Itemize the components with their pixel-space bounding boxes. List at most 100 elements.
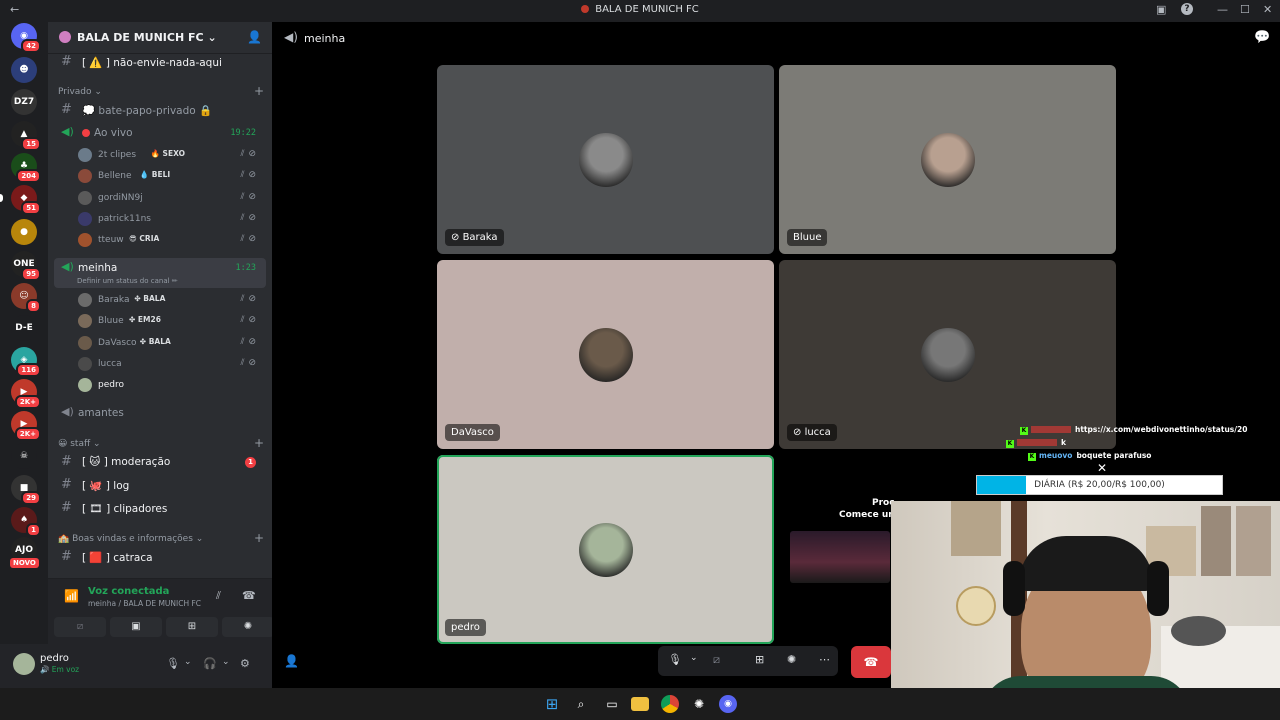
server-icon[interactable]: ☺ 8 (11, 283, 41, 313)
video-tile[interactable]: Bluue (779, 65, 1116, 254)
voice-status[interactable]: Voz conectada (88, 586, 169, 597)
voice-channel-meinha[interactable]: ◀) meinha 1:23 (56, 258, 266, 278)
more-icon[interactable]: ⋯ (819, 653, 830, 666)
server-icon[interactable]: ONE 95 (11, 251, 41, 281)
discord-icon[interactable]: ◉ (719, 695, 737, 713)
server-name[interactable]: BALA DE MUNICH FC ⌄ (77, 31, 217, 44)
voice-user[interactable]: patrick11ns ⫽⊘ (76, 209, 266, 229)
help-icon[interactable]: ? (1181, 3, 1193, 15)
channel-log[interactable]: # [ 🐙 ] log (56, 475, 266, 495)
channel-moderacao[interactable]: # [ 🐱 ] moderação 1 (56, 452, 266, 472)
server-header[interactable]: BALA DE MUNICH FC ⌄ 👤 (48, 22, 272, 54)
voice-user[interactable]: pedro (76, 375, 266, 395)
close-button[interactable]: ✕ (1263, 3, 1272, 16)
invite-people-icon[interactable]: 👤 (247, 30, 262, 44)
channel-clipadores[interactable]: # [ 🎞 ] clipadores (56, 498, 266, 518)
hash-icon: # (61, 54, 72, 69)
voice-user[interactable]: Baraka ✤ BALA ⫽⊘ (76, 290, 266, 310)
invite-to-voice-icon[interactable]: 👤 (284, 654, 299, 668)
server-icon[interactable]: ◆ 51 (0, 185, 41, 215)
camera-button[interactable]: ⧄ (54, 617, 106, 637)
soundboard-button[interactable]: ✺ (222, 617, 274, 637)
chat-icon[interactable]: 💬 (1254, 30, 1270, 45)
server-avatar: ☠ (11, 443, 37, 469)
muted-deafened-icon: ⫽⊘ (240, 357, 260, 368)
server-icon[interactable]: ☻ (11, 57, 37, 83)
server-icon[interactable]: ◈ 116 (11, 347, 41, 377)
create-channel-icon[interactable]: + (254, 436, 264, 450)
channel-bate-papo[interactable]: # 💭 bate-papo-privado 🔒 (56, 100, 266, 120)
participant-name: pedro (445, 619, 486, 636)
user-name[interactable]: pedro (40, 653, 69, 664)
file-explorer-icon[interactable] (631, 697, 649, 711)
inbox-icon[interactable]: ▣ (1156, 3, 1166, 16)
video-tile[interactable]: ⊘ Baraka (437, 65, 774, 254)
screen-share-button[interactable]: ▣ (110, 617, 162, 637)
server-icon[interactable]: ▲ 15 (11, 121, 41, 151)
goal-text: DIÁRIA (R$ 20,00/R$ 100,00) (1034, 480, 1165, 490)
voice-channel-amantes[interactable]: ◀) amantes (56, 403, 266, 423)
voice-location[interactable]: meinha / BALA DE MUNICH FC (88, 599, 201, 608)
hash-icon: # (61, 500, 72, 515)
avatar (78, 148, 92, 162)
voice-user[interactable]: lucca ⫽⊘ (76, 354, 266, 374)
camera-icon[interactable]: ⧄ (713, 653, 720, 667)
voice-user[interactable]: Bellene 💧 BELI ⫽⊘ (76, 166, 266, 186)
server-icon[interactable]: D-E (11, 315, 37, 341)
avatar (578, 327, 633, 382)
video-tile[interactable]: ⊘ lucca (779, 260, 1116, 449)
chat-nick: meuovo (1039, 451, 1073, 460)
activities-icon[interactable]: ⊞ (755, 653, 764, 666)
microphone-icon[interactable]: 🎙 (668, 653, 682, 666)
category-boas-vindas[interactable]: 🏫 Boas vindas e informações ⌄ (58, 534, 203, 544)
server-icon[interactable]: DZ7 (11, 89, 37, 115)
voice-channel-ao-vivo[interactable]: ◀) Ao vivo 19:22 (56, 123, 266, 143)
video-tile[interactable]: pedro (437, 455, 774, 644)
search-icon[interactable]: ⌕ (572, 695, 590, 713)
maximize-button[interactable]: ☐ (1240, 3, 1250, 16)
server-icon[interactable]: ☠ (11, 443, 37, 469)
chevron-down-icon[interactable]: ⌄ (690, 653, 698, 663)
server-icon[interactable]: ◉ 42 (11, 23, 41, 53)
voice-user[interactable]: Bluue ✤ EM26 ⫽⊘ (76, 311, 266, 331)
create-channel-icon[interactable]: + (254, 531, 264, 545)
channel-label: amantes (78, 407, 124, 419)
avatar[interactable] (13, 653, 35, 675)
headphones-icon[interactable]: 🎧 (203, 657, 217, 670)
hangup-button[interactable]: ☎ (851, 646, 891, 678)
server-icon[interactable]: ♣ 204 (11, 153, 41, 183)
video-tile[interactable]: DaVasco (437, 260, 774, 449)
voice-user[interactable]: tteuw 😎 CRIA ⫽⊘ (76, 230, 266, 250)
app-icon[interactable]: ✺ (690, 695, 708, 713)
noise-suppression-icon[interactable]: ⫽ (216, 589, 221, 603)
signal-icon[interactable]: 📶 (64, 589, 79, 603)
chevron-down-icon[interactable]: ⌄ (222, 657, 230, 667)
voice-user[interactable]: gordiNN9j ⫽⊘ (76, 188, 266, 208)
category-privado[interactable]: Privado ⌄ (58, 87, 102, 97)
create-channel-icon[interactable]: + (254, 84, 264, 98)
server-icon[interactable]: ▶ 2K+ (11, 411, 41, 441)
voice-user[interactable]: DaVasco ✤ BALA ⫽⊘ (76, 333, 266, 353)
channel-nao-envie[interactable]: # [ ⚠️ ] não-envie-nada-aqui (56, 52, 266, 72)
microphone-icon[interactable]: 🎙 (166, 657, 180, 670)
soundboard-icon[interactable]: ✺ (787, 653, 796, 666)
disconnect-icon[interactable]: ☎ (242, 589, 256, 602)
category-staff[interactable]: 😀 staff ⌄ (58, 439, 101, 449)
task-view-icon[interactable]: ▭ (603, 695, 621, 713)
server-icon[interactable]: ♠ 1 (11, 507, 41, 537)
voice-timer: 1:23 (235, 263, 256, 273)
chrome-icon[interactable] (661, 695, 679, 713)
channel-catraca[interactable]: # [ 🟥 ] catraca (56, 547, 266, 567)
minimize-button[interactable]: — (1217, 3, 1228, 16)
chevron-down-icon[interactable]: ⌄ (184, 657, 192, 667)
streamer-hair (1019, 536, 1153, 591)
close-icon[interactable]: ✕ (1097, 461, 1107, 475)
activities-button[interactable]: ⊞ (166, 617, 218, 637)
windows-icon[interactable]: ⊞ (543, 695, 561, 713)
server-icon[interactable]: ■ 29 (11, 475, 41, 505)
server-icon[interactable]: ▶ 2K+ (11, 379, 41, 409)
set-channel-status[interactable]: Definir um status do canal ✏ (77, 277, 178, 285)
voice-user[interactable]: 2t clipes 🔥 SEXO ⫽⊘ (76, 145, 266, 165)
server-icon[interactable]: ● (11, 219, 37, 245)
gear-icon[interactable]: ⚙ (240, 657, 250, 670)
